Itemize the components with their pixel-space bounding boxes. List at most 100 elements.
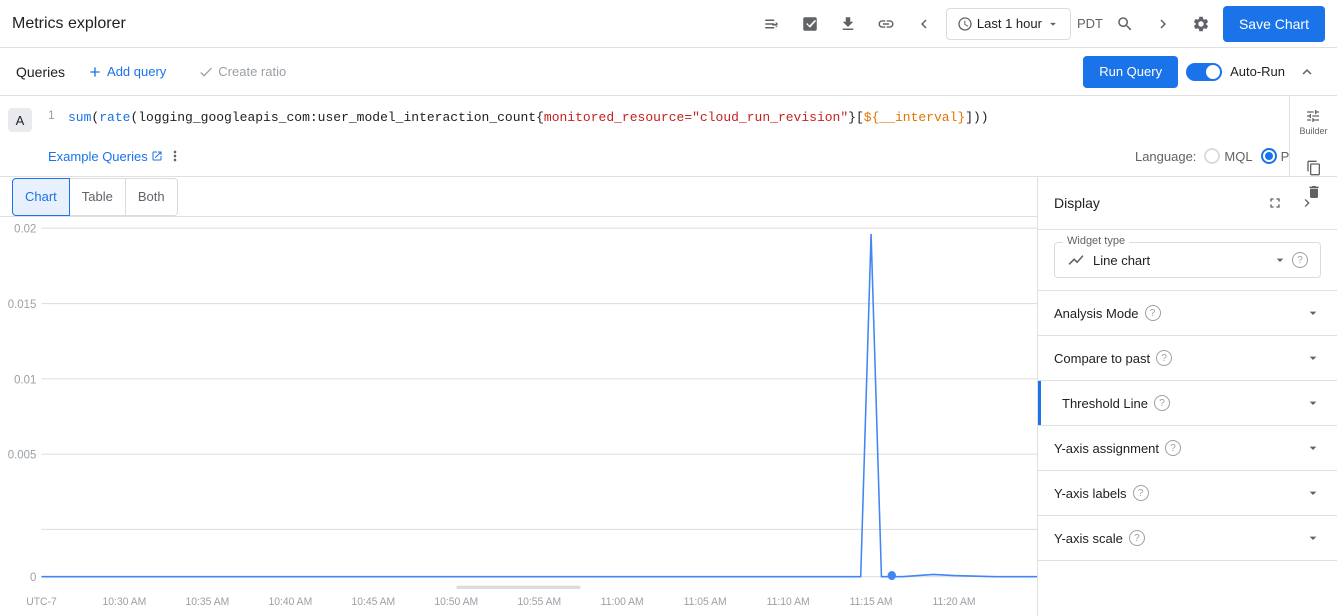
svg-text:UTC-7: UTC-7 bbox=[26, 595, 56, 607]
analysis-mode-title: Analysis Mode bbox=[1054, 306, 1139, 321]
threshold-line-help[interactable]: ? bbox=[1154, 395, 1170, 411]
compare-to-past-chevron bbox=[1305, 350, 1321, 366]
line-chart-icon bbox=[1067, 251, 1085, 269]
query-row: A 1 sum(rate(logging_googleapis_com:user… bbox=[0, 96, 1337, 140]
svg-text:11:00 AM: 11:00 AM bbox=[601, 595, 644, 607]
expand-display-button[interactable] bbox=[1261, 189, 1289, 217]
svg-text:0.015: 0.015 bbox=[8, 297, 37, 312]
tab-table[interactable]: Table bbox=[69, 178, 126, 216]
next-icon-btn[interactable] bbox=[1147, 8, 1179, 40]
svg-text:0.005: 0.005 bbox=[8, 447, 37, 462]
more-options-button[interactable] bbox=[163, 144, 187, 168]
mql-radio-circle bbox=[1204, 148, 1220, 164]
y-axis-assignment-chevron bbox=[1305, 440, 1321, 456]
promql-radio-circle bbox=[1261, 148, 1277, 164]
y-axis-labels-chevron bbox=[1305, 485, 1321, 501]
settings-icon-btn[interactable] bbox=[1185, 8, 1217, 40]
prev-icon-btn[interactable] bbox=[908, 8, 940, 40]
y-axis-scale-section[interactable]: Y-axis scale ? bbox=[1038, 516, 1337, 561]
mql-label: MQL bbox=[1224, 149, 1252, 164]
query-label-container: A bbox=[0, 104, 40, 132]
display-title: Display bbox=[1054, 195, 1100, 211]
run-query-button[interactable]: Run Query bbox=[1083, 56, 1178, 88]
svg-text:0.02: 0.02 bbox=[14, 221, 36, 236]
time-range-button[interactable]: Last 1 hour bbox=[946, 8, 1071, 40]
widget-type-label: Widget type bbox=[1063, 235, 1129, 247]
svg-text:11:05 AM: 11:05 AM bbox=[684, 595, 727, 607]
svg-text:10:55 AM: 10:55 AM bbox=[517, 595, 561, 607]
collapse-button[interactable] bbox=[1293, 58, 1321, 86]
widget-type-inner: Line chart bbox=[1067, 251, 1150, 269]
y-axis-labels-title: Y-axis labels bbox=[1054, 486, 1127, 501]
threshold-line-section[interactable]: Threshold Line ? bbox=[1038, 381, 1337, 426]
chart-svg: 0.02 0.015 0.01 0.005 0 UTC-7 10:30 AM 1… bbox=[0, 217, 1037, 616]
notes-icon-btn[interactable] bbox=[756, 8, 788, 40]
chart-tabs: Chart Table Both bbox=[0, 177, 1037, 217]
tab-both[interactable]: Both bbox=[125, 178, 178, 216]
chart-area: 0.02 0.015 0.01 0.005 0 UTC-7 10:30 AM 1… bbox=[0, 217, 1037, 616]
builder-button[interactable]: Builder bbox=[1295, 104, 1331, 140]
create-ratio-label: Create ratio bbox=[218, 64, 286, 79]
display-header: Display bbox=[1038, 177, 1337, 230]
y-axis-labels-help[interactable]: ? bbox=[1133, 485, 1149, 501]
app-title: Metrics explorer bbox=[12, 15, 126, 33]
svg-text:11:10 AM: 11:10 AM bbox=[767, 595, 810, 607]
main-content: Chart Table Both 0.02 0.015 0.01 0.005 0 bbox=[0, 177, 1337, 616]
example-queries-link[interactable]: Example Queries bbox=[48, 149, 163, 164]
svg-text:10:40 AM: 10:40 AM bbox=[268, 595, 312, 607]
svg-text:0.01: 0.01 bbox=[14, 372, 37, 387]
queries-right: Run Query Auto-Run bbox=[1083, 56, 1321, 88]
queries-bar: Queries Add query Create ratio Run Query… bbox=[0, 48, 1337, 96]
copy-query-button[interactable] bbox=[1300, 160, 1328, 176]
svg-text:10:50 AM: 10:50 AM bbox=[434, 595, 478, 607]
analysis-mode-help[interactable]: ? bbox=[1145, 305, 1161, 321]
add-query-button[interactable]: Add query bbox=[77, 58, 176, 86]
widget-type-selector[interactable]: Widget type Line chart ? bbox=[1054, 242, 1321, 278]
analysis-mode-chevron bbox=[1305, 305, 1321, 321]
query-actions-row: Example Queries Language: MQL PromQL bbox=[0, 140, 1337, 176]
display-panel: Display Widget type Li bbox=[1037, 177, 1337, 616]
compare-to-past-help[interactable]: ? bbox=[1156, 350, 1172, 366]
tab-chart[interactable]: Chart bbox=[12, 178, 70, 216]
add-query-label: Add query bbox=[107, 64, 166, 79]
analysis-mode-section[interactable]: Analysis Mode ? bbox=[1038, 291, 1337, 336]
y-axis-labels-section[interactable]: Y-axis labels ? bbox=[1038, 471, 1337, 516]
link-icon-btn[interactable] bbox=[870, 8, 902, 40]
svg-text:11:20 AM: 11:20 AM bbox=[933, 595, 976, 607]
y-axis-assignment-help[interactable]: ? bbox=[1165, 440, 1181, 456]
threshold-line-chevron bbox=[1305, 395, 1321, 411]
create-ratio-button[interactable]: Create ratio bbox=[188, 58, 296, 86]
y-axis-scale-help[interactable]: ? bbox=[1129, 530, 1145, 546]
query-line-number: 1 bbox=[40, 104, 64, 126]
query-label-box: A bbox=[8, 108, 32, 132]
widget-type-section: Widget type Line chart ? bbox=[1038, 230, 1337, 291]
y-axis-assignment-title: Y-axis assignment bbox=[1054, 441, 1159, 456]
threshold-line-title: Threshold Line bbox=[1062, 396, 1148, 411]
mql-radio[interactable]: MQL bbox=[1204, 148, 1252, 164]
svg-text:11:15 AM: 11:15 AM bbox=[850, 595, 893, 607]
widget-type-help[interactable]: ? bbox=[1292, 252, 1308, 268]
add-chart-icon-btn[interactable] bbox=[794, 8, 826, 40]
compare-to-past-title: Compare to past bbox=[1054, 351, 1150, 366]
y-axis-scale-title: Y-axis scale bbox=[1054, 531, 1123, 546]
download-icon-btn[interactable] bbox=[832, 8, 864, 40]
save-chart-button[interactable]: Save Chart bbox=[1223, 6, 1325, 42]
search-icon-btn[interactable] bbox=[1109, 8, 1141, 40]
timezone-label: PDT bbox=[1077, 16, 1103, 31]
auto-run-toggle[interactable] bbox=[1186, 63, 1222, 81]
builder-panel: Builder bbox=[1289, 96, 1337, 176]
query-editor: A 1 sum(rate(logging_googleapis_com:user… bbox=[0, 96, 1337, 177]
chart-panel: Chart Table Both 0.02 0.015 0.01 0.005 0 bbox=[0, 177, 1037, 616]
header-actions: Last 1 hour PDT Save Chart bbox=[756, 6, 1325, 42]
svg-text:0: 0 bbox=[30, 570, 37, 585]
svg-text:10:30 AM: 10:30 AM bbox=[103, 595, 147, 607]
delete-query-button[interactable] bbox=[1300, 184, 1328, 200]
query-text-field[interactable]: sum(rate(logging_googleapis_com:user_mod… bbox=[64, 104, 1289, 132]
svg-text:10:35 AM: 10:35 AM bbox=[186, 595, 230, 607]
builder-label: Builder bbox=[1299, 126, 1327, 136]
time-range-label: Last 1 hour bbox=[977, 16, 1042, 31]
queries-label: Queries bbox=[16, 64, 65, 80]
y-axis-assignment-section[interactable]: Y-axis assignment ? bbox=[1038, 426, 1337, 471]
widget-type-chevron bbox=[1272, 252, 1288, 268]
compare-to-past-section[interactable]: Compare to past ? bbox=[1038, 336, 1337, 381]
